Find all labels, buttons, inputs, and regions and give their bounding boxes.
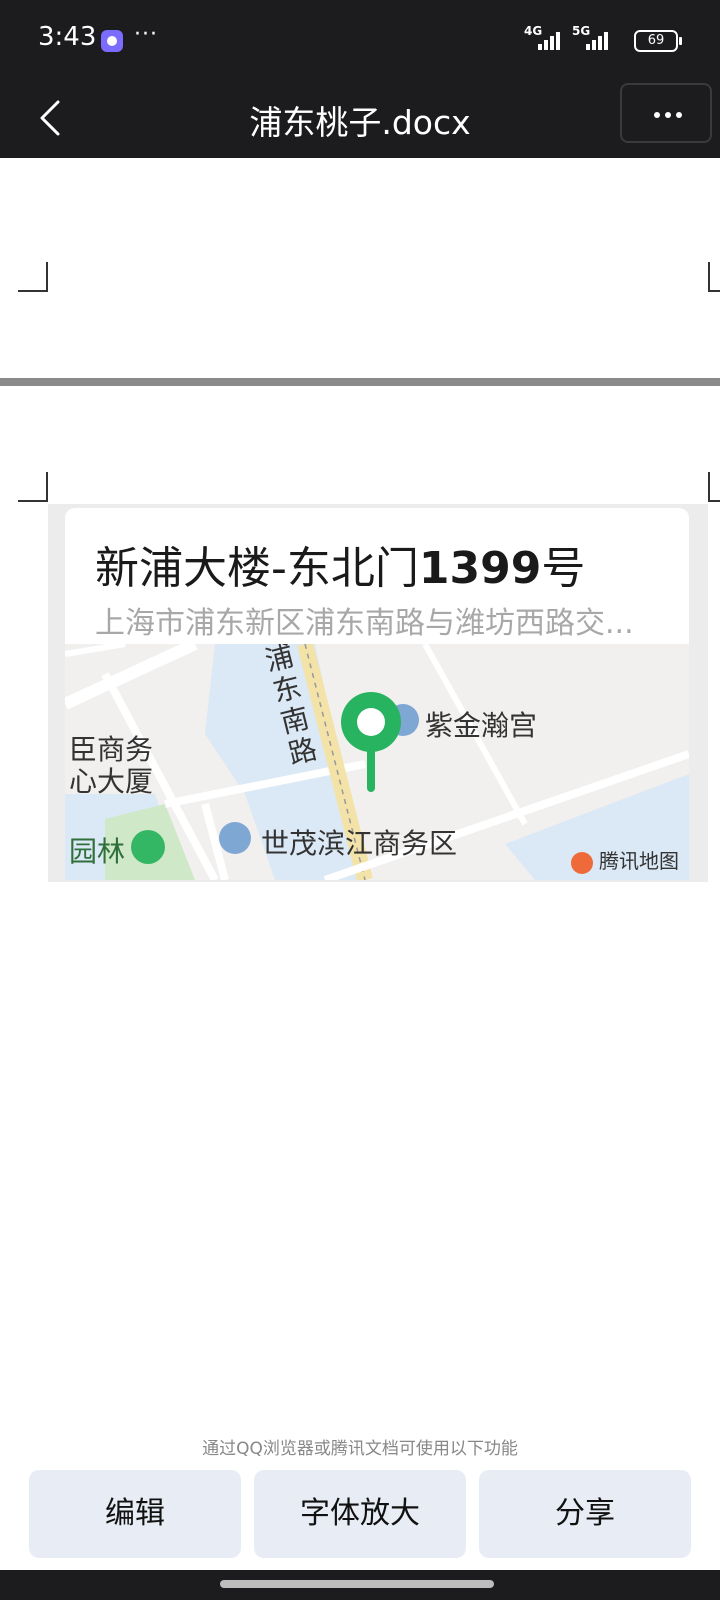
app-notification-icon: [101, 30, 123, 52]
location-pin-icon: [341, 692, 401, 792]
poi-label: 紫金瀚宫: [425, 709, 538, 742]
tencent-map-icon: [571, 851, 593, 874]
title-bar: 浦东桃子.docx: [0, 80, 720, 158]
place-name-number: 1399: [418, 543, 542, 594]
gesture-bar-area: [0, 1570, 720, 1600]
poi-label: 心大厦: [69, 765, 154, 798]
signal-5g-label: 5G: [572, 24, 591, 38]
page-separator: [0, 378, 720, 386]
page-corner-mark: [708, 262, 720, 292]
feature-hint: 通过QQ浏览器或腾讯文档可使用以下功能: [202, 1439, 518, 1459]
poi-label: 世茂滨江商务区: [261, 827, 458, 860]
building-poi-icon: [219, 822, 251, 854]
location-map-card[interactable]: 新浦大楼-东北门1399号 上海市浦东新区浦东南路与潍坊西路交... 浦东南路: [48, 504, 708, 882]
signal-4g-label: 4G: [524, 24, 543, 38]
page-corner-mark: [18, 472, 48, 502]
share-button[interactable]: 分享: [479, 1470, 691, 1558]
enlarge-font-button[interactable]: 字体放大: [254, 1470, 466, 1558]
map-provider-label: 腾讯地图: [599, 849, 679, 873]
status-time: 3:43: [38, 22, 97, 52]
page-corner-mark: [708, 472, 720, 502]
park-tree-icon: [131, 830, 165, 864]
signal-4g-icon: 4G: [524, 24, 566, 50]
place-name-suffix: 号: [541, 543, 586, 594]
more-dot-icon: [665, 112, 671, 118]
more-dot-icon: [676, 112, 682, 118]
map-image: 浦东南路 紫金瀚宫 臣商务 心大厦 世茂滨江商务区 园林 腾讯地图: [65, 644, 689, 880]
location-info-bubble: 新浦大楼-东北门1399号 上海市浦东新区浦东南路与潍坊西路交...: [65, 508, 689, 644]
home-indicator[interactable]: [220, 1580, 494, 1588]
battery-icon: 69: [634, 30, 682, 52]
document-title: 浦东桃子.docx: [249, 103, 471, 142]
status-bar: 3:43 ··· 4G 5G 69: [0, 0, 720, 80]
more-notifications-icon: ···: [134, 22, 158, 47]
place-address: 上海市浦东新区浦东南路与潍坊西路交...: [95, 606, 634, 641]
page-corner-mark: [18, 262, 48, 292]
more-menu-button[interactable]: [620, 83, 712, 143]
place-name-text: 新浦大楼-东北门: [95, 543, 419, 594]
more-dot-icon: [654, 112, 660, 118]
edit-button[interactable]: 编辑: [29, 1470, 241, 1558]
place-name: 新浦大楼-东北门1399号: [95, 532, 585, 596]
poi-label: 园林: [69, 835, 126, 868]
map-provider-logo: 腾讯地图: [571, 845, 679, 874]
signal-5g-icon: 5G: [572, 24, 614, 50]
